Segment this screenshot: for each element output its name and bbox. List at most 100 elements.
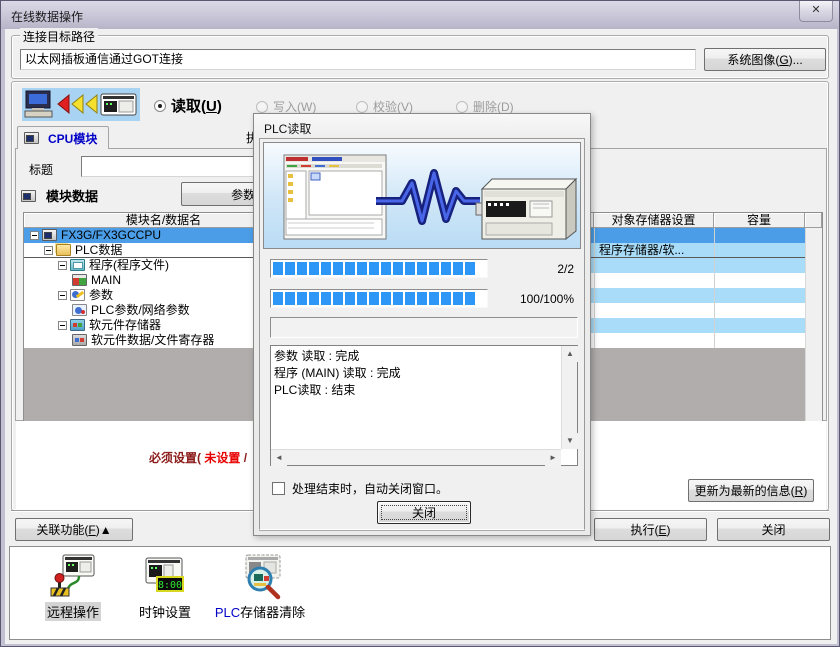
scroll-up-icon[interactable]: ▲ — [562, 346, 578, 362]
header-target-memory: 对象存储器设置 — [594, 213, 714, 228]
plc-memory-clear-icon — [236, 552, 284, 600]
progress-segment — [285, 262, 295, 275]
scroll-right-icon[interactable]: ► — [545, 450, 561, 466]
scroll-down-icon[interactable]: ▼ — [562, 433, 578, 449]
progress-segment — [405, 262, 415, 275]
tree-collapse-icon[interactable] — [58, 261, 67, 270]
radio-read-label: 读取(U) — [171, 95, 222, 116]
execute-button[interactable]: 执行(E) — [594, 518, 707, 541]
progress-segment — [369, 292, 379, 305]
capacity-cell — [714, 333, 805, 348]
clock-setting-label: 时钟设置 — [139, 602, 191, 621]
progress-segment — [297, 292, 307, 305]
target-memory-cell — [594, 258, 714, 273]
progress-segment — [465, 292, 475, 305]
clock-display: 8:00 — [158, 580, 182, 591]
related-functions-button[interactable]: 关联功能(F)▲ — [15, 518, 133, 541]
required-not-set: 未设置 — [204, 451, 240, 465]
tree-collapse-icon[interactable] — [58, 321, 67, 330]
clock-setting-icon: 8:00 — [141, 552, 189, 600]
dialog-close-button[interactable]: 关闭 — [717, 518, 830, 541]
plc-read-dialog-body: 2/2 100/100% 参数 读取 : 完成 程序 (MAIN) 读取 : 完… — [259, 138, 585, 530]
connection-path-group: 连接目标路径 以太网插板通信通过GOT连接 系统图像(G)... — [11, 35, 829, 79]
module-data-icon — [21, 190, 36, 202]
target-memory-cell: 程序存储器/软... — [594, 243, 714, 257]
required-prefix: 必须设置( — [149, 451, 201, 465]
tree-item-label: 参数 — [89, 288, 113, 302]
connection-path-value: 以太网插板通信通过GOT连接 — [20, 49, 696, 70]
pc-to-plc-read-icon — [22, 88, 140, 121]
param-icon — [70, 289, 85, 301]
progress-segment — [393, 292, 403, 305]
related-functions-panel: 远程操作 8:00 时钟设置 — [9, 546, 831, 640]
auto-close-option[interactable]: 处理结束时，自动关闭窗口。 — [272, 480, 448, 497]
progress-percent-label: 100/100% — [520, 292, 574, 306]
plc-param-icon — [72, 304, 87, 316]
tree-item-label: PLC数据 — [75, 243, 122, 257]
capacity-cell — [714, 303, 805, 318]
tree-collapse-icon[interactable] — [44, 246, 53, 255]
progress-segment — [297, 262, 307, 275]
header-capacity: 容量 — [714, 213, 805, 228]
device-data-icon — [72, 334, 87, 346]
radio-read[interactable]: 读取(U) — [154, 95, 222, 116]
tree-item-label: FX3G/FX3GCCPU — [61, 228, 161, 242]
capacity-cell — [714, 318, 805, 333]
capacity-cell — [714, 243, 805, 257]
capacity-cell — [714, 288, 805, 303]
header-filler — [805, 213, 822, 228]
remote-operation-icon — [49, 552, 97, 600]
progress-segment — [417, 262, 427, 275]
refresh-info-button[interactable]: 更新为最新的信息(R) — [688, 479, 814, 502]
remote-operation-shortcut[interactable]: 远程操作 — [38, 552, 108, 621]
log-vertical-scrollbar[interactable]: ▲ ▼ — [561, 346, 577, 449]
plc-memory-clear-shortcut[interactable]: PLC存储器清除 — [205, 552, 315, 621]
tree-collapse-icon[interactable] — [30, 231, 39, 240]
device-memory-icon — [70, 319, 85, 331]
required-setting-status: 必须设置( 未设置 / — [149, 449, 247, 466]
progress-segment — [465, 262, 475, 275]
read-log-box: 参数 读取 : 完成 程序 (MAIN) 读取 : 完成 PLC读取 : 结束 … — [270, 345, 578, 466]
plc-read-close-button[interactable]: 关闭 — [377, 501, 471, 524]
auto-close-checkbox[interactable] — [272, 482, 285, 495]
tree-item-label: 软元件存储器 — [89, 318, 161, 332]
title-field-label: 标题 — [29, 161, 53, 178]
cpu-module-icon — [24, 132, 39, 144]
log-horizontal-scrollbar[interactable]: ◄ ► — [271, 449, 561, 465]
module-data-row: 模块数据 — [21, 186, 98, 205]
system-image-button[interactable]: 系统图像(G)... — [704, 48, 826, 71]
tree-item-label: 程序(程序文件) — [89, 258, 169, 272]
table-vertical-scrollbar[interactable] — [805, 228, 822, 437]
radio-read-dot — [154, 100, 166, 112]
main-icon — [72, 274, 87, 286]
plc-read-dialog: PLC读取 — [253, 113, 591, 536]
scroll-left-icon[interactable]: ◄ — [271, 450, 287, 466]
progress-segment — [321, 262, 331, 275]
close-icon: ✕ — [811, 4, 820, 16]
progress-segment — [441, 292, 451, 305]
clock-setting-shortcut[interactable]: 8:00 时钟设置 — [130, 552, 200, 621]
program-icon — [70, 259, 85, 271]
online-data-operation-window: 在线数据操作 ✕ 连接目标路径 以太网插板通信通过GOT连接 系统图像(G)..… — [0, 0, 840, 647]
tree-item-label: 软元件数据/文件寄存器 — [91, 333, 214, 347]
tab-cpu-module[interactable]: CPU模块 — [17, 126, 109, 149]
progress-bar-percent — [270, 289, 488, 308]
progress-segment — [429, 262, 439, 275]
progress-segment — [441, 262, 451, 275]
target-memory-cell — [594, 303, 714, 318]
tree-item-label: PLC参数/网络参数 — [91, 303, 190, 317]
target-memory-cell — [594, 318, 714, 333]
progress-segment — [345, 262, 355, 275]
tab-cpu-module-label: CPU模块 — [48, 130, 97, 147]
folder-icon — [56, 244, 71, 256]
close-button[interactable]: ✕ — [799, 1, 833, 22]
plc-memory-clear-label: PLC存储器清除 — [215, 602, 305, 621]
target-memory-cell — [594, 288, 714, 303]
titlebar: 在线数据操作 ✕ — [1, 1, 839, 29]
capacity-cell — [714, 228, 805, 243]
auto-close-label: 处理结束时，自动关闭窗口。 — [292, 480, 448, 497]
tree-collapse-icon[interactable] — [58, 291, 67, 300]
capacity-cell — [714, 273, 805, 288]
progress-files-label: 2/2 — [557, 262, 574, 276]
progress-segment — [417, 292, 427, 305]
